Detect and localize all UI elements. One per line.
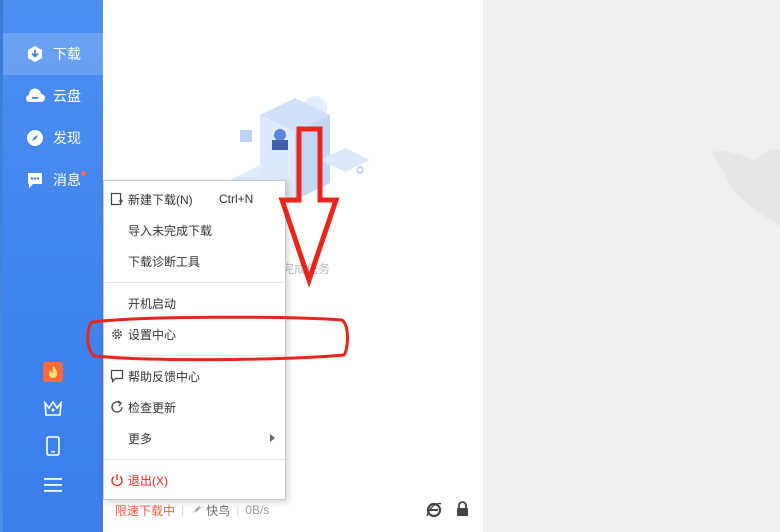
compass-icon: [25, 128, 45, 148]
menu-item-shortcut: Ctrl+N: [219, 192, 254, 206]
sidebar-item-download[interactable]: 下载: [3, 33, 103, 75]
sidebar-item-label: 云盘: [53, 88, 81, 104]
status-separator: |: [181, 503, 185, 517]
menu-item-new-download[interactable]: 新建下载(N) Ctrl+N: [104, 185, 285, 213]
new-download-icon: [110, 192, 124, 206]
menu-item-startup[interactable]: 开机启动: [104, 289, 285, 317]
menu-item-label: 下载诊断工具: [128, 254, 201, 269]
sidebar: 下载 云盘 发现 消息: [3, 0, 103, 532]
menu-item-more[interactable]: 更多: [104, 424, 285, 452]
right-detail-panel: [483, 0, 780, 532]
status-separator: |: [236, 503, 240, 517]
menu-item-label: 检查更新: [128, 400, 177, 415]
menu-item-label: 退出(X): [128, 473, 168, 488]
game-icon[interactable]: [41, 360, 65, 384]
message-badge-dot: [81, 171, 86, 176]
message-icon: [25, 170, 45, 190]
submenu-arrow-icon: [270, 434, 275, 442]
menu-separator: [104, 459, 285, 460]
menu-item-label: 更多: [128, 431, 153, 446]
sidebar-item-cloud[interactable]: 云盘: [3, 75, 103, 117]
kuainiao-label[interactable]: 快鸟: [206, 502, 230, 519]
annotation-arrow: [270, 120, 350, 295]
menu-item-diagnostic-tool[interactable]: 下载诊断工具: [104, 247, 285, 275]
bird-watermark-icon: [700, 130, 780, 235]
annotation-highlight-ellipse: [84, 314, 354, 369]
status-bar: 限速下载中 | 快鸟 | 0B/s: [103, 498, 483, 522]
ie-browser-icon[interactable]: [426, 502, 442, 521]
menu-item-label: 新建下载(N): [128, 192, 193, 207]
speed-limit-status[interactable]: 限速下载中: [115, 502, 175, 519]
sidebar-item-label: 消息: [53, 172, 81, 188]
menu-item-label: 导入未完成下载: [128, 223, 213, 238]
sidebar-item-label: 发现: [53, 130, 81, 146]
crown-icon[interactable]: [41, 396, 65, 420]
menu-item-check-update[interactable]: 检查更新: [104, 393, 285, 421]
kuainiao-icon: [190, 504, 204, 516]
download-speed: 0B/s: [245, 503, 270, 517]
lock-icon[interactable]: [456, 501, 469, 520]
sidebar-item-discover[interactable]: 发现: [3, 117, 103, 159]
refresh-icon: [110, 400, 124, 414]
sidebar-item-messages[interactable]: 消息: [3, 159, 103, 201]
menu-item-label: 帮助反馈中心: [128, 369, 201, 384]
sidebar-item-label: 下载: [53, 46, 81, 62]
menu-item-exit[interactable]: 退出(X): [104, 466, 285, 494]
hamburger-menu-icon[interactable]: [41, 473, 65, 497]
power-icon: [110, 473, 124, 487]
feedback-icon: [110, 369, 124, 383]
cloud-icon: [25, 86, 45, 106]
menu-separator: [104, 282, 285, 283]
menu-item-label: 开机启动: [128, 296, 177, 311]
menu-item-import-unfinished[interactable]: 导入未完成下载: [104, 216, 285, 244]
phone-icon[interactable]: [41, 434, 65, 458]
download-icon: [25, 44, 45, 64]
